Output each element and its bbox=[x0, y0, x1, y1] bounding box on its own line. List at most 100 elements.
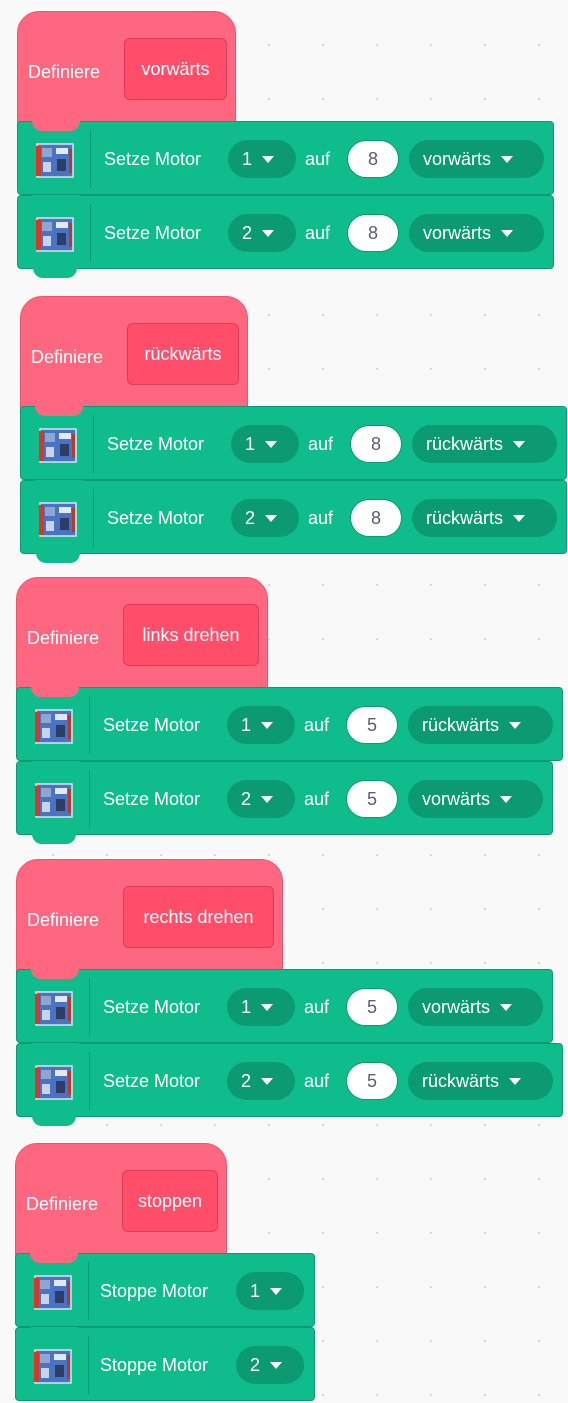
motor-dropdown[interactable]: 2 bbox=[236, 1346, 304, 1384]
set-motor-block[interactable]: Setze Motor 1 auf 8 vorwärts bbox=[17, 121, 554, 195]
custom-block-prototype[interactable]: stoppen bbox=[122, 1170, 218, 1232]
motor-value: 1 bbox=[245, 434, 256, 454]
auf-label: auf bbox=[305, 149, 331, 169]
motor-dropdown[interactable]: 2 bbox=[228, 214, 296, 252]
auf-label: auf bbox=[304, 789, 330, 809]
set-motor-block[interactable]: Setze Motor 2 auf 8 vorwärts bbox=[17, 195, 554, 278]
motor-dropdown[interactable]: 2 bbox=[227, 780, 295, 818]
direction-dropdown[interactable]: vorwärts bbox=[409, 140, 544, 178]
robot-board-icon bbox=[36, 217, 74, 252]
speed-input[interactable]: 8 bbox=[350, 425, 402, 463]
set-motor-label: Setze Motor bbox=[104, 149, 202, 169]
direction-value: vorwärts bbox=[423, 223, 492, 243]
robot-board-icon bbox=[39, 502, 77, 537]
motor-dropdown[interactable]: 1 bbox=[228, 140, 296, 178]
auf-label: auf bbox=[308, 508, 334, 528]
define-hat-block[interactable]: Definiere stoppen bbox=[15, 1143, 227, 1261]
set-motor-label: Setze Motor bbox=[103, 715, 201, 735]
chevron-down-icon bbox=[270, 1287, 283, 1295]
define-hat-block[interactable]: Definiere rechts drehen bbox=[16, 859, 283, 977]
motor-value: 2 bbox=[245, 508, 256, 528]
define-label: Definiere bbox=[28, 62, 101, 82]
chevron-down-icon bbox=[509, 1077, 522, 1085]
auf-label: auf bbox=[304, 715, 330, 735]
auf-label: auf bbox=[304, 997, 330, 1017]
set-motor-label: Setze Motor bbox=[107, 434, 205, 454]
stop-motor-label: Stoppe Motor bbox=[100, 1281, 209, 1301]
speed-input[interactable]: 5 bbox=[346, 988, 398, 1026]
chevron-down-icon bbox=[261, 795, 274, 803]
robot-board-icon bbox=[34, 1275, 72, 1310]
set-motor-label: Setze Motor bbox=[103, 1071, 201, 1091]
motor-dropdown[interactable]: 2 bbox=[227, 1062, 295, 1100]
robot-board-icon bbox=[34, 1349, 72, 1384]
speed-input[interactable]: 8 bbox=[350, 499, 402, 537]
direction-dropdown[interactable]: vorwärts bbox=[408, 988, 543, 1026]
motor-value: 1 bbox=[242, 149, 253, 169]
speed-input[interactable]: 8 bbox=[347, 214, 399, 252]
direction-value: rückwärts bbox=[426, 434, 504, 454]
chevron-down-icon bbox=[501, 155, 514, 163]
define-label: Definiere bbox=[31, 347, 104, 367]
motor-dropdown[interactable]: 1 bbox=[227, 706, 295, 744]
chevron-down-icon bbox=[265, 514, 278, 522]
define-hat-block[interactable]: Definiere links drehen bbox=[16, 577, 268, 695]
motor-dropdown[interactable]: 1 bbox=[227, 988, 295, 1026]
chevron-down-icon bbox=[500, 795, 513, 803]
custom-block-prototype[interactable]: links drehen bbox=[123, 604, 259, 666]
speed-input[interactable]: 5 bbox=[346, 780, 398, 818]
motor-value: 2 bbox=[241, 789, 252, 809]
speed-input[interactable]: 8 bbox=[347, 140, 399, 178]
motor-value: 1 bbox=[241, 715, 252, 735]
custom-block-prototype[interactable]: vorwärts bbox=[124, 38, 227, 100]
direction-value: vorwärts bbox=[423, 149, 492, 169]
define-hat-block[interactable]: Definiere vorwärts bbox=[17, 11, 236, 129]
set-motor-block[interactable]: Setze Motor 1 auf 5 rückwärts bbox=[16, 687, 563, 761]
robot-board-icon bbox=[35, 991, 73, 1026]
chevron-down-icon bbox=[500, 1003, 513, 1011]
speed-input[interactable]: 5 bbox=[346, 1062, 398, 1100]
auf-label: auf bbox=[304, 1071, 330, 1091]
direction-dropdown[interactable]: rückwärts bbox=[412, 425, 557, 463]
chevron-down-icon bbox=[513, 514, 526, 522]
set-motor-block[interactable]: Setze Motor 2 auf 8 rückwärts bbox=[20, 480, 567, 563]
direction-dropdown[interactable]: rückwärts bbox=[412, 499, 557, 537]
stop-motor-block[interactable]: Stoppe Motor 1 bbox=[15, 1253, 315, 1327]
speed-input[interactable]: 5 bbox=[346, 706, 398, 744]
define-label: Definiere bbox=[27, 628, 100, 648]
chevron-down-icon bbox=[265, 440, 278, 448]
robot-board-icon bbox=[35, 709, 73, 744]
set-motor-block[interactable]: Setze Motor 1 auf 8 rückwärts bbox=[20, 406, 567, 480]
auf-label: auf bbox=[308, 434, 334, 454]
motor-value: 2 bbox=[250, 1355, 261, 1375]
direction-dropdown[interactable]: vorwärts bbox=[408, 780, 543, 818]
motor-dropdown[interactable]: 1 bbox=[236, 1272, 304, 1310]
motor-dropdown[interactable]: 2 bbox=[231, 499, 299, 537]
set-motor-block[interactable]: Setze Motor 2 auf 5 rückwärts bbox=[16, 1043, 563, 1126]
set-motor-label: Setze Motor bbox=[103, 789, 201, 809]
set-motor-block[interactable]: Setze Motor 1 auf 5 vorwärts bbox=[16, 969, 553, 1043]
define-hat-block[interactable]: Definiere rückwärts bbox=[20, 296, 248, 414]
custom-block-prototype[interactable]: rechts drehen bbox=[123, 886, 274, 948]
direction-dropdown[interactable]: rückwärts bbox=[408, 706, 553, 744]
chevron-down-icon bbox=[501, 229, 514, 237]
direction-value: vorwärts bbox=[422, 997, 491, 1017]
chevron-down-icon bbox=[509, 721, 522, 729]
direction-dropdown[interactable]: vorwärts bbox=[409, 214, 544, 252]
stop-motor-block[interactable]: Stoppe Motor 2 bbox=[15, 1327, 315, 1401]
motor-dropdown[interactable]: 1 bbox=[231, 425, 299, 463]
chevron-down-icon bbox=[261, 1077, 274, 1085]
set-motor-block[interactable]: Setze Motor 2 auf 5 vorwärts bbox=[16, 761, 553, 844]
custom-block-prototype[interactable]: rückwärts bbox=[127, 323, 239, 385]
motor-value: 1 bbox=[250, 1281, 261, 1301]
motor-value: 1 bbox=[241, 997, 252, 1017]
motor-value: 2 bbox=[242, 223, 253, 243]
chevron-down-icon bbox=[261, 1003, 274, 1011]
chevron-down-icon bbox=[261, 721, 274, 729]
define-label: Definiere bbox=[27, 910, 100, 930]
direction-value: rückwärts bbox=[422, 1071, 500, 1091]
chevron-down-icon bbox=[513, 440, 526, 448]
robot-board-icon bbox=[39, 428, 77, 463]
robot-board-icon bbox=[36, 143, 74, 178]
direction-dropdown[interactable]: rückwärts bbox=[408, 1062, 553, 1100]
